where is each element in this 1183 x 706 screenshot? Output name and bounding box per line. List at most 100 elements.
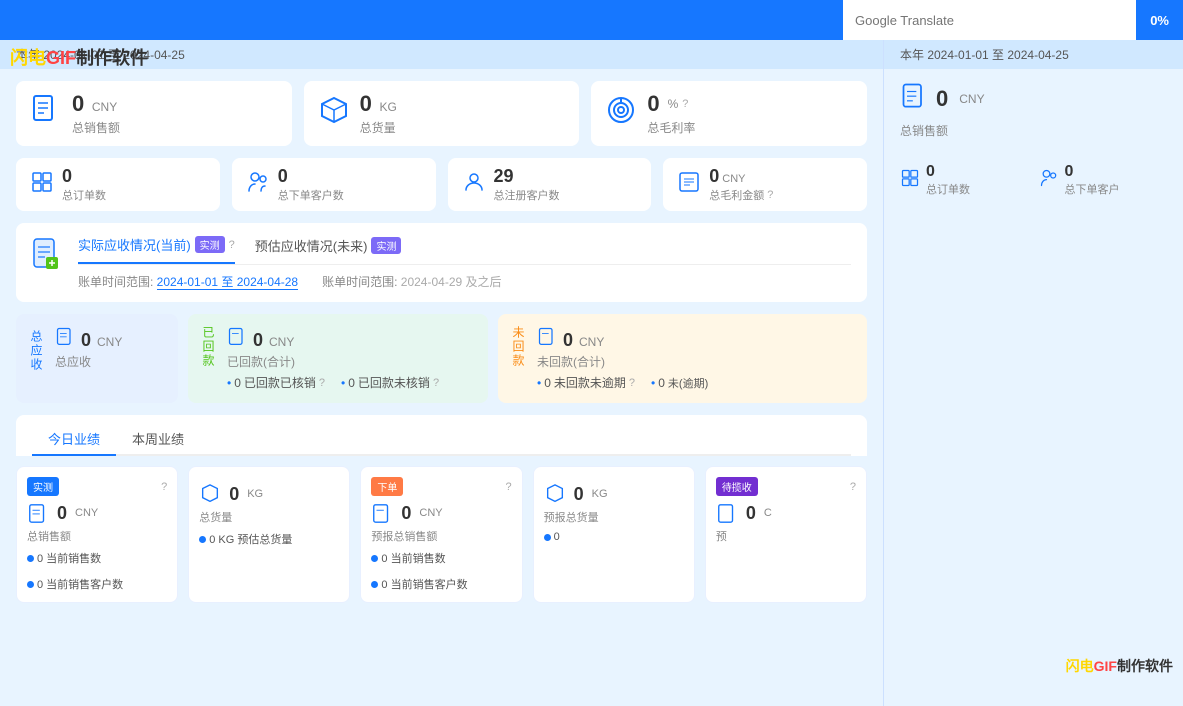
perf-unit-2: CNY xyxy=(419,507,442,519)
left-panel: 本年 2024-01-01 至 2024-04-25 0 CNY xyxy=(0,40,883,706)
perf-val-3: 0 xyxy=(574,484,584,505)
stat-small-registered: 29 总注册客户数 xyxy=(448,158,652,211)
perf-card-4-help[interactable]: ? xyxy=(850,481,856,493)
perf-card-3: 0 KG 预报总货量 0 xyxy=(533,466,695,603)
top-bar: 闪电GIF制作软件 2024 📅 0% xyxy=(0,0,1183,40)
perf-card-0-row: 0 CNY xyxy=(27,502,167,524)
perf-dots-1: 0 KG 预估总货量 xyxy=(199,531,339,547)
recv-returned-sub1: • 0 已回款已核销 ? xyxy=(227,374,325,391)
customers-value: 0 xyxy=(278,166,344,187)
recv-tab2-badge: 实测 xyxy=(371,237,401,254)
recv-unsub2-val: 0 xyxy=(658,376,665,390)
stats-top: 0 CNY 总销售额 0 xyxy=(0,69,883,158)
recv-returned-side: 已回款 xyxy=(200,326,217,368)
recv-total-icon xyxy=(55,326,75,349)
stat-small-customers: 0 总下单客户数 xyxy=(232,158,436,211)
recv-tab1-help[interactable]: ? xyxy=(229,239,235,251)
receivables-section: 实际应收情况(当前) 实测 ? 预估应收情况(未来) 实测 账单时间范围: 20… xyxy=(16,223,867,302)
profit-help-icon[interactable]: ? xyxy=(767,189,773,201)
google-translate-input[interactable] xyxy=(843,13,1136,28)
weight-value: 0 xyxy=(360,91,372,116)
recv-sub1-label: 已回款已核销 xyxy=(244,374,316,391)
perf-unit-1: KG xyxy=(247,488,263,500)
right-stats-section: 0 CNY 总销售额 xyxy=(884,69,1183,163)
recv-unreturned-subs: • 0 未回款未逾期 ? • 0 未(逾期) xyxy=(537,374,855,391)
date-range-text: 本年 2024-01-01 至 2024-04-25 xyxy=(16,48,185,62)
recv-total-side-label: 总应收 xyxy=(28,326,45,376)
right-cust-label: 总下单客户 xyxy=(1065,181,1120,197)
perf-badge-2: 下单 xyxy=(371,477,403,496)
perf-dots-0: 0 当前销售数 0 当前销售客户数 xyxy=(27,550,167,592)
perf-tab-today[interactable]: 今日业绩 xyxy=(32,423,116,456)
right-stat-large-0: 0 CNY xyxy=(900,81,1167,116)
perf-unit-0: CNY xyxy=(75,507,98,519)
right-stat-small-1: 0 总下单客户 xyxy=(1039,163,1168,197)
stats-small-row: 0 总订单数 0 总下单客户数 xyxy=(0,158,883,223)
perf-cards: 实测 ? 0 CNY 总销售额 0 当前销售数 0 当前销售客户数 xyxy=(0,466,883,615)
recv-card-unreturned: 未回款 0 CNY 未回款(合计) • 0 未回款未逾期 xyxy=(498,314,867,403)
perf-card-1-row: 0 KG xyxy=(199,483,339,505)
right-sales-unit: CNY xyxy=(959,92,984,106)
perf-card-1: 0 KG 总货量 0 KG 预估总货量 xyxy=(188,466,350,603)
margin-help-icon[interactable]: ? xyxy=(682,98,688,110)
recv-unsub1-val: 0 xyxy=(544,376,551,390)
recv-unreturned-label: 未回款(合计) xyxy=(537,353,855,370)
perf-val-4: 0 xyxy=(746,503,756,524)
recv-range1-val: 2024-01-01 至 2024-04-28 xyxy=(157,275,298,290)
recv-total-label: 总应收 xyxy=(55,353,166,370)
right-orders-label: 总订单数 xyxy=(926,181,970,197)
perf-card-4-header: 待揽收 ? xyxy=(716,477,856,496)
right-orders-icon xyxy=(900,168,920,193)
profit-unit: CNY xyxy=(722,173,745,185)
perf-dot-0-1: 0 当前销售客户数 xyxy=(27,576,123,592)
perf-card-2-header: 下单 ? xyxy=(371,477,511,496)
sales-value: 0 xyxy=(72,91,84,116)
perf-card-2: 下单 ? 0 CNY 预报总销售额 0 当前销售数 0 当前销售客户数 xyxy=(360,466,522,603)
orders-icon xyxy=(30,170,54,200)
right-sales-val: 0 xyxy=(936,86,948,112)
perf-val-1: 0 xyxy=(229,484,239,505)
perf-label-2: 预报总销售额 xyxy=(371,528,511,544)
google-translate-bar: 0% xyxy=(843,0,1183,40)
customers-label: 总下单客户数 xyxy=(278,187,344,203)
perf-dot-0-0: 0 当前销售数 xyxy=(27,550,101,566)
stat-small-orders: 0 总订单数 xyxy=(16,158,220,211)
perf-val-0: 0 xyxy=(57,503,67,524)
perf-card-2-help[interactable]: ? xyxy=(505,481,511,493)
sales-label: 总销售额 xyxy=(72,119,120,136)
recv-returned-content: 0 CNY 已回款(合计) • 0 已回款已核销 ? • 0 xyxy=(227,326,476,391)
receipt-icon xyxy=(30,94,62,133)
perf-dot-3-0: 0 xyxy=(544,531,560,543)
stat-card-margin: 0 % ? 总毛利率 xyxy=(591,81,867,146)
recv-unreturned-sub2: • 0 未(逾期) xyxy=(651,374,708,391)
performance-section-header: 今日业绩 本周业绩 xyxy=(16,415,867,456)
perf-dots-3: 0 xyxy=(544,531,684,543)
perf-card-0-help[interactable]: ? xyxy=(161,481,167,493)
perf-card-0-header: 实测 ? xyxy=(27,477,167,496)
perf-unit-3: KG xyxy=(592,488,608,500)
target-icon xyxy=(605,94,637,133)
right-cust-icon xyxy=(1039,168,1059,193)
recv-returned-label: 已回款(合计) xyxy=(227,353,476,370)
recv-unreturned-sub1: • 0 未回款未逾期 ? xyxy=(537,374,635,391)
recv-tab2-label: 预估应收情况(未来) xyxy=(255,236,368,255)
recv-tab-future[interactable]: 预估应收情况(未来) 实测 xyxy=(255,235,402,264)
perf-tab-week[interactable]: 本周业绩 xyxy=(116,423,200,454)
perf-val-2: 0 xyxy=(401,503,411,524)
sales-unit: CNY xyxy=(92,100,117,114)
right-panel: 本年 2024-01-01 至 2024-04-25 0 CNY 总销售额 0 … xyxy=(883,40,1183,706)
perf-dot-2-1: 0 当前销售客户数 xyxy=(371,576,467,592)
recv-unsub1-label: 未回款未逾期 xyxy=(554,374,626,391)
recv-sub1-val: 0 xyxy=(234,376,241,390)
right-cust-val: 0 xyxy=(1065,163,1120,181)
orders-value: 0 xyxy=(62,166,106,187)
stat-small-profit: 0 CNY 总毛利金额 ? xyxy=(663,158,867,211)
stat-value-margin: 0 % ? 总毛利率 xyxy=(647,91,695,136)
recv-tab-current[interactable]: 实际应收情况(当前) 实测 ? xyxy=(78,235,235,264)
perf-label-3: 预报总货量 xyxy=(544,509,684,525)
perf-tabs: 今日业绩 本周业绩 xyxy=(32,423,851,456)
margin-value: 0 xyxy=(647,91,659,117)
right-stat-small-0: 0 总订单数 xyxy=(900,163,1029,197)
right-stats-small-grid: 0 总订单数 0 总下单客户 xyxy=(884,163,1183,207)
registered-label: 总注册客户数 xyxy=(494,187,560,203)
